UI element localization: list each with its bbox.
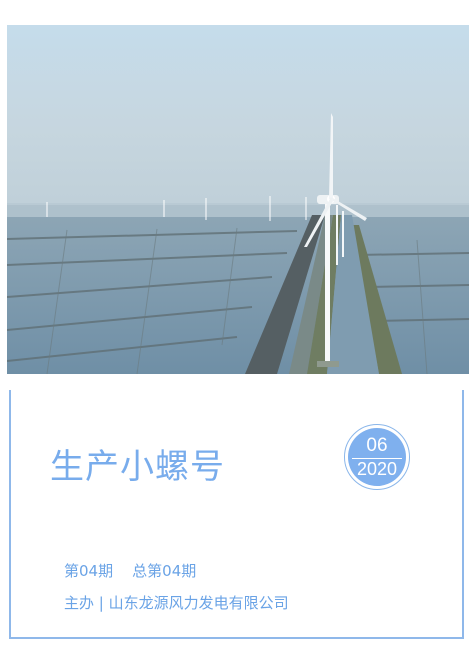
cover-photo (7, 25, 469, 374)
date-badge: 06 2020 (344, 424, 410, 490)
issue-number: 第04期 总第04期 (64, 562, 197, 580)
newsletter-title: 生产小螺号 (50, 447, 225, 487)
sponsor-line: 主办 | 山东龙源风力发电有限公司 (64, 594, 289, 612)
wind-farm-image (7, 25, 469, 374)
date-month: 06 (366, 435, 388, 456)
date-badge-inner: 06 2020 (348, 428, 406, 486)
date-year: 2020 (356, 459, 398, 479)
